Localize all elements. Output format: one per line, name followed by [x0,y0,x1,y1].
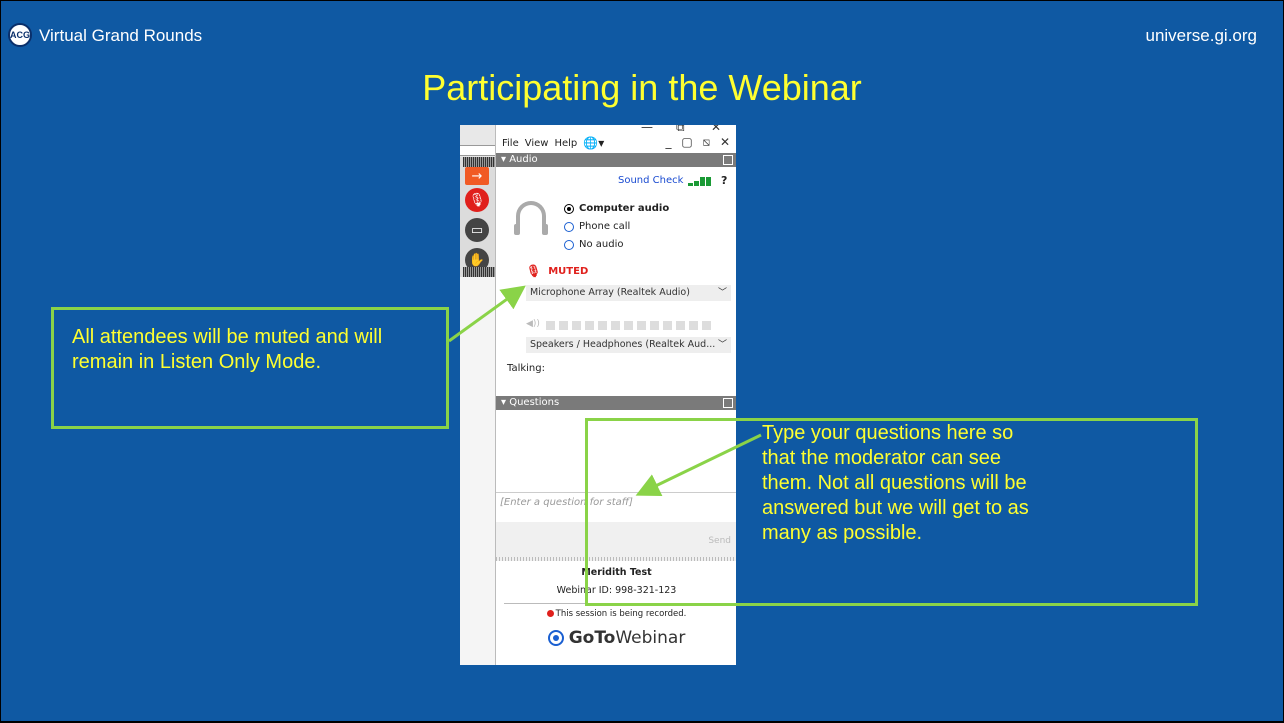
speakers-select[interactable]: Speakers / Headphones (Realtek Aud... ﹀ [526,337,731,353]
audio-section-title: Audio [509,154,538,165]
chevron-down-icon: ﹀ [717,288,727,298]
strip-top-border [460,145,495,156]
chevron-down-icon: ﹀ [717,340,727,350]
grab-tab: → 🎙 ▭ ✋ [460,157,495,277]
muted-status: 🎙 MUTED [526,264,588,278]
menu-file[interactable]: File [502,138,519,149]
sound-check-link[interactable]: Sound Check [618,175,683,186]
strip-background [460,277,496,665]
signal-bars-icon [688,177,711,186]
muted-callout: All attendees will be muted and will rem… [51,307,449,429]
talking-label: Talking: [507,363,545,374]
questions-callout-text: Type your questions here so that the mod… [762,422,1029,544]
close-icon[interactable]: ✕ [711,125,721,134]
menu-bar: File View Help 🌐▾ _ ▢ ⧅ ✕ [496,134,736,152]
mic-muted-icon[interactable]: 🎙 [465,188,489,212]
questions-section-title: Questions [509,397,560,408]
radio-icon[interactable] [564,221,574,232]
logo-text: ACG [10,30,30,40]
control-strip: → 🎙 ▭ ✋ [460,125,496,665]
slide-title: Participating in the Webinar [422,67,862,108]
series-title: Virtual Grand Rounds [39,26,203,45]
arrow-right-icon[interactable]: → [465,167,489,185]
site-url: universe.gi.org [1145,26,1257,45]
microphone-value: Microphone Array (Realtek Audio) [530,287,690,298]
option-label: Phone call [579,221,631,232]
brand-rest: Webinar [615,628,686,648]
minimize-icon[interactable]: — [641,125,653,134]
recording-text: This session is being recorded. [555,609,687,619]
screen-icon[interactable]: ▭ [465,218,489,242]
outer-window-controls: — ⧉ ✕ [496,125,736,134]
acg-logo: ACG [8,23,32,47]
option-label: Computer audio [579,203,670,214]
collapse-icon[interactable]: ▾ [501,397,506,408]
popout-icon[interactable] [723,398,733,408]
panel-window-controls[interactable]: _ ▢ ⧅ ✕ [666,135,733,150]
slide: ACG Virtual Grand Rounds universe.gi.org… [1,1,1283,721]
headset-icon [514,201,548,235]
speaker-icon: ◀)) [526,319,540,329]
recording-dot-icon [546,610,554,617]
grill-top [463,157,495,167]
flower-logo-icon [547,630,564,646]
speakers-value: Speakers / Headphones (Realtek Aud... [530,339,716,350]
radio-phone-call[interactable]: Phone call [564,221,630,232]
audio-section-header[interactable]: ▾ Audio [496,153,736,167]
microphone-select[interactable]: Microphone Array (Realtek Audio) ﹀ [526,285,731,301]
volume-meter: ◀)) [526,319,731,331]
globe-icon[interactable]: 🌐▾ [583,136,604,150]
mic-off-icon: 🎙 [526,264,542,278]
help-icon[interactable]: ? [721,174,727,187]
radio-no-audio[interactable]: No audio [564,239,624,250]
radio-computer-audio[interactable]: Computer audio [564,203,669,214]
gotowebinar-logo: GoTo Webinar [496,627,736,649]
popout-icon[interactable] [723,155,733,165]
questions-callout: Type your questions here so that the mod… [585,418,1198,606]
recording-notice: This session is being recorded. [496,609,736,619]
menu-view[interactable]: View [525,138,549,149]
option-label: No audio [579,239,624,250]
menu-help[interactable]: Help [554,138,577,149]
muted-callout-text: All attendees will be muted and will rem… [72,326,383,373]
muted-label: MUTED [548,265,589,277]
radio-selected-icon[interactable] [564,203,574,214]
questions-section-header[interactable]: ▾ Questions [496,396,736,410]
grill-bottom [463,267,495,277]
volume-cells [546,321,715,330]
radio-icon[interactable] [564,239,574,250]
brand-bold: GoTo [568,628,616,648]
collapse-icon[interactable]: ▾ [501,154,506,165]
